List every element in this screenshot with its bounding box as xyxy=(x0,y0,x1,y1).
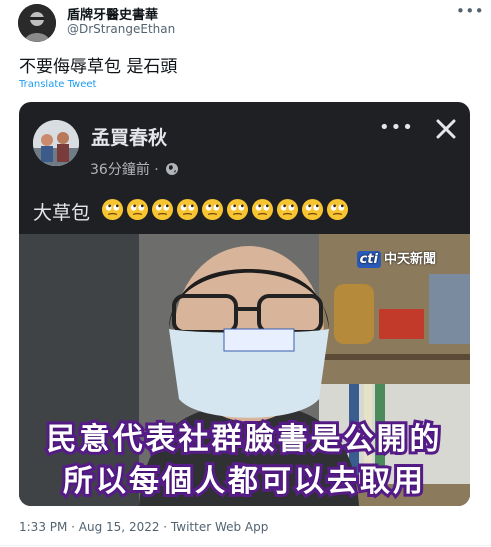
embedded-media[interactable]: 孟買春秋 36分鐘前 · ••• 大草包 cti 中天新聞 民意代表社群臉書是公… xyxy=(19,102,470,506)
video-caption-line-1: 民意代表社群臉書是公開的 xyxy=(44,419,443,460)
rolling-eyes-emoji-icon xyxy=(251,198,274,221)
author-handle[interactable]: @DrStrangeEthan xyxy=(67,22,175,36)
tweet-timestamp[interactable]: 1:33 PM · Aug 15, 2022 · Twitter Web App xyxy=(19,520,268,534)
divider xyxy=(0,545,491,546)
post-time: 36分鐘前 · xyxy=(90,159,179,179)
channel-logo: cti 中天新聞 xyxy=(356,248,436,268)
globe-icon xyxy=(166,163,179,175)
emoji-row xyxy=(101,198,351,222)
rolling-eyes-emoji-icon xyxy=(276,198,299,221)
translate-tweet-link[interactable]: Translate Tweet xyxy=(19,79,96,90)
rolling-eyes-emoji-icon xyxy=(201,198,224,221)
post-more-icon[interactable]: ••• xyxy=(379,117,414,138)
channel-logo-badge: cti xyxy=(356,251,381,268)
channel-logo-text: 中天新聞 xyxy=(383,252,436,267)
post-author-avatar xyxy=(33,120,79,166)
close-icon[interactable] xyxy=(435,118,457,140)
rolling-eyes-emoji-icon xyxy=(326,198,349,221)
tweet: 盾牌牙醫史書華 @DrStrangeEthan ••• 不要侮辱草包 是石頭 T… xyxy=(0,0,491,547)
post-text: 大草包 xyxy=(33,202,91,224)
rolling-eyes-emoji-icon xyxy=(126,198,149,221)
rolling-eyes-emoji-icon xyxy=(301,198,324,221)
rolling-eyes-emoji-icon xyxy=(151,198,174,221)
post-author-name: 孟買春秋 xyxy=(91,127,168,149)
video-frame[interactable]: cti 中天新聞 民意代表社群臉書是公開的 所以每個人都可以去取用 xyxy=(19,234,470,506)
tweet-text: 不要侮辱草包 是石頭 xyxy=(19,57,178,77)
more-horizontal-icon[interactable]: ••• xyxy=(456,2,484,20)
author-name[interactable]: 盾牌牙醫史書華 xyxy=(67,4,158,23)
rolling-eyes-emoji-icon xyxy=(226,198,249,221)
video-caption-line-2: 所以每個人都可以去取用 xyxy=(60,461,426,502)
rolling-eyes-emoji-icon xyxy=(101,198,124,221)
author-avatar[interactable] xyxy=(18,4,56,42)
post-time-text: 36分鐘前 · xyxy=(90,162,159,178)
rolling-eyes-emoji-icon xyxy=(176,198,199,221)
